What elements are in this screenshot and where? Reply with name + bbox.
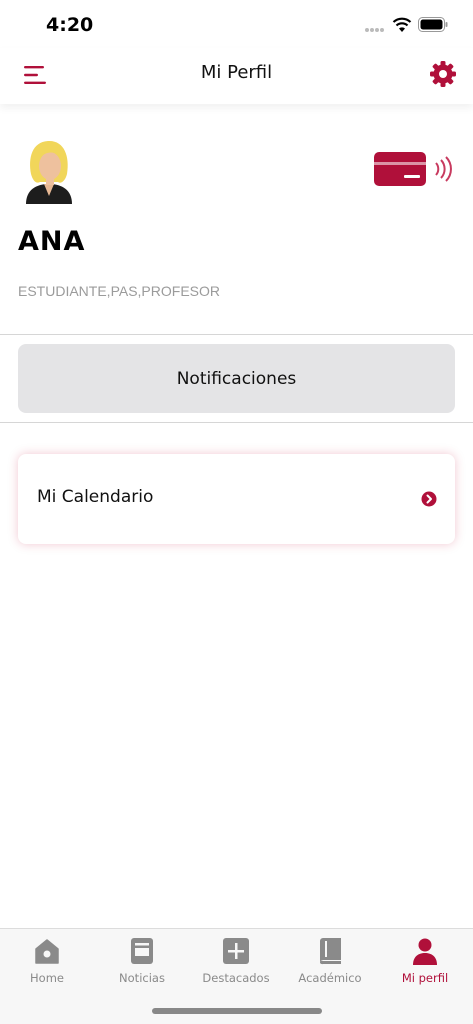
gear-icon[interactable]: [428, 59, 458, 89]
chevron-right-icon: [421, 491, 437, 507]
credit-card-nfc-icon[interactable]: [372, 150, 456, 192]
notifications-button[interactable]: Notificaciones: [18, 344, 455, 413]
page-title: Mi Perfil: [200, 62, 273, 83]
user-name: ANA: [18, 226, 86, 257]
tab-mi-perfil[interactable]: Mi perfil: [378, 937, 472, 997]
tab-label: Destacados: [202, 971, 270, 985]
tab-label: Académico: [298, 971, 362, 985]
tab-label: Noticias: [119, 971, 165, 985]
book-icon: [319, 938, 341, 965]
battery-icon: [418, 17, 448, 32]
nav-header: Mi Perfil: [0, 48, 473, 104]
home-icon: [35, 939, 59, 964]
wifi-icon: [392, 17, 412, 32]
avatar: [26, 140, 72, 204]
tab-label: Home: [30, 971, 64, 985]
tab-noticias[interactable]: Noticias: [95, 937, 189, 997]
calendar-label: Mi Calendario: [37, 487, 154, 507]
calendar-card[interactable]: Mi Calendario: [18, 454, 455, 544]
home-indicator: [152, 1008, 322, 1014]
divider: [0, 422, 473, 423]
plus-icon: [223, 938, 249, 964]
status-bar: 4:20: [0, 0, 473, 48]
tab-home[interactable]: Home: [0, 937, 94, 997]
cellular-signal-icon: [365, 28, 384, 32]
tab-destacados[interactable]: Destacados: [189, 937, 283, 997]
divider: [0, 334, 473, 335]
person-icon: [413, 938, 437, 965]
news-icon: [131, 938, 153, 964]
status-time: 4:20: [46, 14, 94, 36]
user-roles: ESTUDIANTE,PAS,PROFESOR: [18, 283, 220, 299]
tab-label: Mi perfil: [401, 971, 449, 985]
tab-academico[interactable]: Académico: [283, 937, 377, 997]
